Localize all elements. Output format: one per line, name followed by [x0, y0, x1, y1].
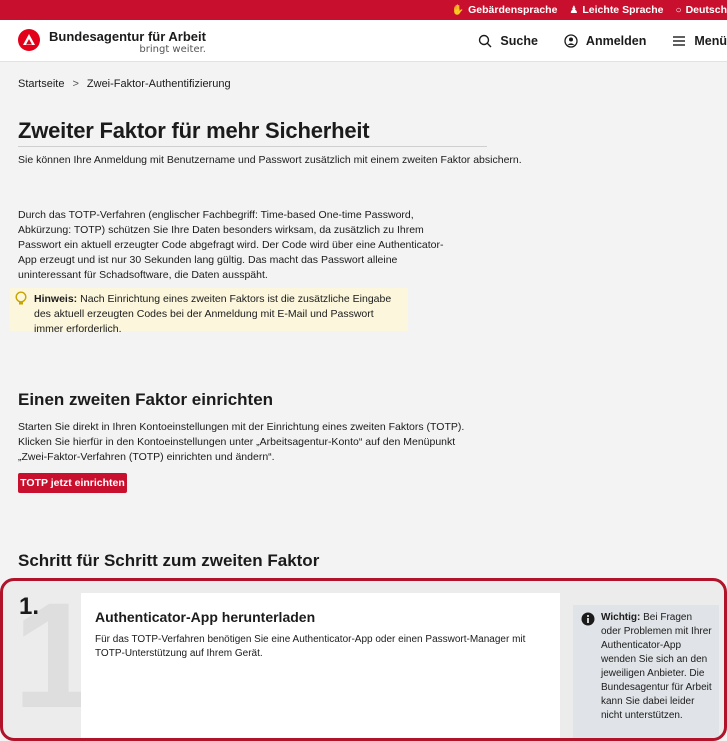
- ba-logo-icon: [18, 29, 40, 51]
- site-header: Bundesagentur für Arbeit bringt weiter. …: [0, 20, 727, 62]
- login-label: Anmelden: [585, 34, 647, 48]
- totp-explanation: Durch das TOTP-Verfahren (englischer Fac…: [18, 209, 444, 281]
- info-text: Bei Fragen oder Problemen mit Ihrer Auth…: [601, 612, 712, 721]
- totp-setup-button[interactable]: TOTP jetzt einrichten: [18, 473, 127, 493]
- search-label: Suche: [500, 34, 538, 48]
- page-title: Zweiter Faktor für mehr Sicherheit: [18, 118, 370, 143]
- breadcrumb-separator: >: [72, 78, 79, 90]
- main-nav: Suche Anmelden Menü: [478, 20, 727, 62]
- search-icon: [478, 34, 492, 48]
- hamburger-icon: [672, 35, 686, 47]
- breadcrumb: Startseite > Zwei-Faktor-Authentifizieru…: [18, 78, 231, 90]
- login-button[interactable]: Anmelden: [564, 34, 646, 48]
- setup-text: Starten Sie direkt in Ihren Kontoeinstel…: [18, 421, 465, 463]
- easy-language-label: Leichte Sprache: [582, 4, 664, 16]
- user-icon: [564, 34, 578, 48]
- setup-heading: Einen zweiten Faktor einrichten: [18, 390, 274, 409]
- step-title: Authenticator-App herunterladen: [95, 609, 316, 625]
- search-button[interactable]: Suche: [478, 34, 538, 48]
- step-card: Authenticator-App herunterladen Für das …: [81, 593, 560, 738]
- easy-language-link[interactable]: ♟ Leichte Sprache: [569, 4, 663, 16]
- menu-label: Menü: [694, 34, 727, 48]
- step-number: 1.: [19, 593, 40, 620]
- sign-language-link[interactable]: ✋ Gebärdensprache: [452, 4, 558, 16]
- utility-links: ✋ Gebärdensprache ♟ Leichte Sprache ○ De…: [452, 0, 727, 20]
- step-text: Für das TOTP-Verfahren benötigen Sie ein…: [95, 634, 526, 659]
- utility-bar: ✋ Gebärdensprache ♟ Leichte Sprache ○ De…: [0, 0, 727, 20]
- breadcrumb-home[interactable]: Startseite: [18, 78, 64, 90]
- logo-link[interactable]: Bundesagentur für Arbeit bringt weiter.: [18, 29, 206, 55]
- menu-button[interactable]: Menü: [672, 34, 727, 48]
- lead-text: Sie können Ihre Anmeldung mit Benutzerna…: [18, 154, 522, 166]
- logo-claim: bringt weiter.: [139, 44, 206, 55]
- globe-icon: ○: [675, 4, 682, 16]
- hint-text: Nach Einrichtung eines zweiten Faktors i…: [34, 293, 392, 335]
- sign-language-icon: ✋: [451, 4, 465, 16]
- logo-name: Bundesagentur für Arbeit: [49, 29, 206, 44]
- language-switch[interactable]: ○ Deutsch: [676, 4, 727, 16]
- language-label: Deutsch: [685, 4, 727, 16]
- info-label: Wichtig:: [601, 612, 641, 623]
- steps-container: 1 1. Authenticator-App herunterladen Für…: [0, 578, 727, 741]
- logo-text: Bundesagentur für Arbeit bringt weiter.: [49, 29, 206, 55]
- lightbulb-icon: [14, 291, 28, 311]
- info-icon: [581, 612, 595, 631]
- steps-heading: Schritt für Schritt zum zweiten Faktor: [18, 551, 320, 570]
- easy-language-icon: ♟: [569, 4, 579, 16]
- hint-box: Hinweis: Nach Einrichtung eines zweiten …: [10, 288, 408, 335]
- important-info-box: Wichtig: Bei Fragen oder Problemen mit I…: [573, 605, 719, 738]
- title-divider: [18, 146, 487, 147]
- breadcrumb-current: Zwei-Faktor-Authentifizierung: [86, 78, 231, 90]
- hint-label: Hinweis:: [34, 293, 78, 305]
- sign-language-label: Gebärdensprache: [468, 4, 558, 16]
